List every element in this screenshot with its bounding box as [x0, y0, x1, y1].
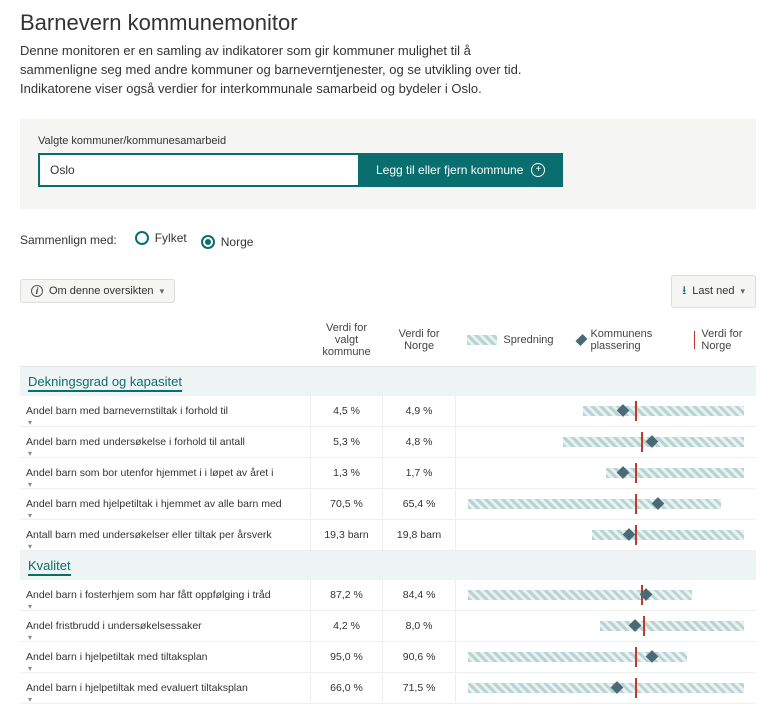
table-row: Andel barn med undersøkelse i forhold ti…: [20, 426, 756, 457]
indicator-table: Verdi for valgt kommune Verdi for Norge …: [20, 314, 756, 704]
radio-label: Fylket: [155, 231, 187, 245]
value-norge: 90,6 %: [383, 641, 456, 672]
compare-label: Sammenlign med:: [20, 233, 117, 247]
spread-bar: [468, 683, 745, 693]
legend-spread: Spredning: [503, 334, 553, 346]
plot-cell: [455, 580, 756, 611]
indicator-label[interactable]: Andel fristbrudd i undersøkelsessaker: [20, 610, 310, 641]
norm-tick-icon: [694, 331, 695, 349]
radio-icon: [135, 231, 149, 245]
compare-row: Sammenlign med: Fylket Norge: [20, 231, 756, 249]
value-valgt: 4,2 %: [310, 610, 383, 641]
indicator-label[interactable]: Antall barn med undersøkelser eller tilt…: [20, 519, 310, 550]
page-intro: Denne monitoren er en samling av indikat…: [20, 42, 540, 99]
spread-bar: [468, 590, 693, 600]
value-valgt: 19,3 barn: [310, 519, 383, 550]
norm-line: [635, 401, 637, 421]
norm-line: [635, 494, 637, 514]
table-row: Andel fristbrudd i undersøkelsessaker4,2…: [20, 610, 756, 641]
plot-cell: [455, 610, 756, 641]
column-header-norge: Verdi for Norge: [383, 314, 456, 367]
kommune-selector: Valgte kommuner/kommunesamarbeid Legg ti…: [20, 119, 756, 209]
value-norge: 65,4 %: [383, 488, 456, 519]
radio-label: Norge: [221, 235, 254, 249]
chevron-down-icon: ▾: [740, 286, 745, 297]
info-icon: i: [31, 285, 43, 297]
table-row: Andel barn i hjelpetiltak med evaluert t…: [20, 672, 756, 703]
legend-placement: Kommunens plassering: [590, 328, 670, 352]
spread-bar: [600, 621, 744, 631]
plot-legend: Spredning Kommunens plassering Verdi for…: [461, 328, 752, 352]
spread-bar: [468, 499, 722, 509]
plot-cell: [455, 396, 756, 427]
spread-bar: [592, 530, 745, 540]
table-row: Antall barn med undersøkelser eller tilt…: [20, 519, 756, 550]
download-button[interactable]: ⭳ Last ned ▾: [671, 275, 756, 308]
value-norge: 71,5 %: [383, 672, 456, 703]
indicator-label[interactable]: Andel barn i hjelpetiltak med tiltakspla…: [20, 641, 310, 672]
value-norge: 1,7 %: [383, 457, 456, 488]
norm-line: [643, 616, 645, 636]
indicator-label[interactable]: Andel barn med undersøkelse i forhold ti…: [20, 426, 310, 457]
value-norge: 8,0 %: [383, 610, 456, 641]
kommune-input[interactable]: [38, 153, 358, 187]
table-row: Andel barn med barnevernstiltak i forhol…: [20, 396, 756, 427]
column-header-valgt: Verdi for valgt kommune: [310, 314, 383, 367]
section-title[interactable]: Dekningsgrad og kapasitet: [28, 374, 182, 392]
value-valgt: 1,3 %: [310, 457, 383, 488]
diamond-icon: [575, 334, 587, 346]
legend-norm: Verdi for Norge: [701, 328, 752, 352]
value-valgt: 5,3 %: [310, 426, 383, 457]
add-remove-kommune-label: Legg til eller fjern kommune: [376, 163, 523, 177]
norm-line: [635, 678, 637, 698]
indicator-label[interactable]: Andel barn i fosterhjem som har fått opp…: [20, 580, 310, 611]
table-row: Andel barn i hjelpetiltak med tiltakspla…: [20, 641, 756, 672]
value-norge: 4,9 %: [383, 396, 456, 427]
download-icon: ⭳: [682, 281, 686, 302]
kommune-selector-label: Valgte kommuner/kommunesamarbeid: [38, 135, 738, 147]
value-valgt: 4,5 %: [310, 396, 383, 427]
value-valgt: 95,0 %: [310, 641, 383, 672]
plot-cell: [455, 457, 756, 488]
value-valgt: 87,2 %: [310, 580, 383, 611]
norm-line: [641, 432, 643, 452]
value-norge: 4,8 %: [383, 426, 456, 457]
plot-cell: [455, 672, 756, 703]
spread-bar: [583, 406, 744, 416]
table-row: Andel barn med hjelpetiltak i hjemmet av…: [20, 488, 756, 519]
about-overview-label: Om denne oversikten: [49, 285, 154, 297]
section-header: Dekningsgrad og kapasitet: [20, 366, 756, 396]
plot-cell: [455, 519, 756, 550]
spread-swatch: [467, 335, 497, 345]
about-overview-button[interactable]: i Om denne oversikten ▾: [20, 279, 175, 303]
section-header: Kvalitet: [20, 550, 756, 580]
plot-cell: [455, 488, 756, 519]
plus-icon: +: [531, 163, 545, 177]
indicator-label[interactable]: Andel barn med barnevernstiltak i forhol…: [20, 396, 310, 427]
norm-line: [635, 647, 637, 667]
table-toolbar: i Om denne oversikten ▾ ⭳ Last ned ▾: [20, 275, 756, 308]
add-remove-kommune-button[interactable]: Legg til eller fjern kommune +: [358, 153, 563, 187]
download-label: Last ned: [692, 285, 734, 297]
page-title: Barnevern kommunemonitor: [20, 10, 756, 36]
indicator-label[interactable]: Andel barn som bor utenfor hjemmet i i l…: [20, 457, 310, 488]
value-norge: 84,4 %: [383, 580, 456, 611]
indicator-label[interactable]: Andel barn med hjelpetiltak i hjemmet av…: [20, 488, 310, 519]
compare-radio-norge[interactable]: Norge: [201, 235, 254, 249]
indicator-label[interactable]: Andel barn i hjelpetiltak med evaluert t…: [20, 672, 310, 703]
norm-line: [635, 463, 637, 483]
value-valgt: 66,0 %: [310, 672, 383, 703]
section-title[interactable]: Kvalitet: [28, 558, 71, 576]
plot-cell: [455, 426, 756, 457]
plot-cell: [455, 641, 756, 672]
table-row: Andel barn som bor utenfor hjemmet i i l…: [20, 457, 756, 488]
value-norge: 19,8 barn: [383, 519, 456, 550]
compare-radio-fylket[interactable]: Fylket: [135, 231, 187, 245]
chevron-down-icon: ▾: [160, 286, 165, 297]
radio-icon: [201, 235, 215, 249]
value-valgt: 70,5 %: [310, 488, 383, 519]
table-row: Andel barn i fosterhjem som har fått opp…: [20, 580, 756, 611]
